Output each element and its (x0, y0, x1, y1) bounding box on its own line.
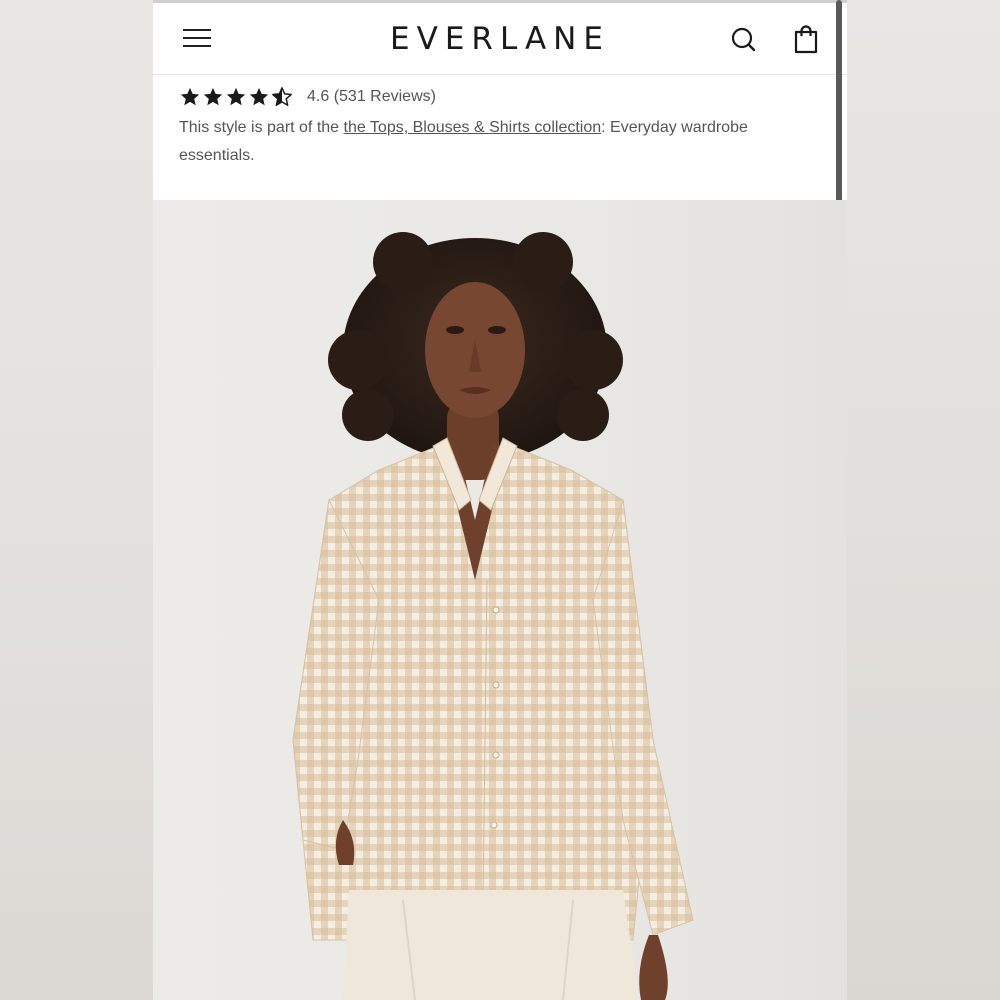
site-header: EVERLANE (153, 3, 847, 75)
model-illustration (292, 232, 694, 1000)
star-full-icon (249, 87, 269, 106)
background-left (0, 0, 153, 1000)
search-icon[interactable] (727, 23, 761, 57)
mobile-page: EVERLANE 4.6 (531 Reviews) This style is… (153, 0, 847, 1000)
collection-prefix: This style is part of the (179, 119, 344, 136)
star-rating (179, 86, 293, 108)
product-hero-image[interactable] (153, 200, 847, 1000)
collection-link[interactable]: the Tops, Blouses & Shirts collection (344, 119, 602, 136)
scrollbar[interactable] (836, 0, 842, 228)
rating-text[interactable]: 4.6 (531 Reviews) (307, 88, 436, 106)
star-full-icon (226, 87, 246, 106)
star-full-icon (180, 87, 200, 106)
background-right (847, 0, 1000, 1000)
collection-description: This style is part of the the Tops, Blou… (179, 114, 799, 170)
shopping-bag-icon[interactable] (789, 22, 823, 56)
product-rating[interactable]: 4.6 (531 Reviews) (179, 85, 436, 109)
star-half-icon (272, 87, 292, 106)
star-full-icon (203, 87, 223, 106)
